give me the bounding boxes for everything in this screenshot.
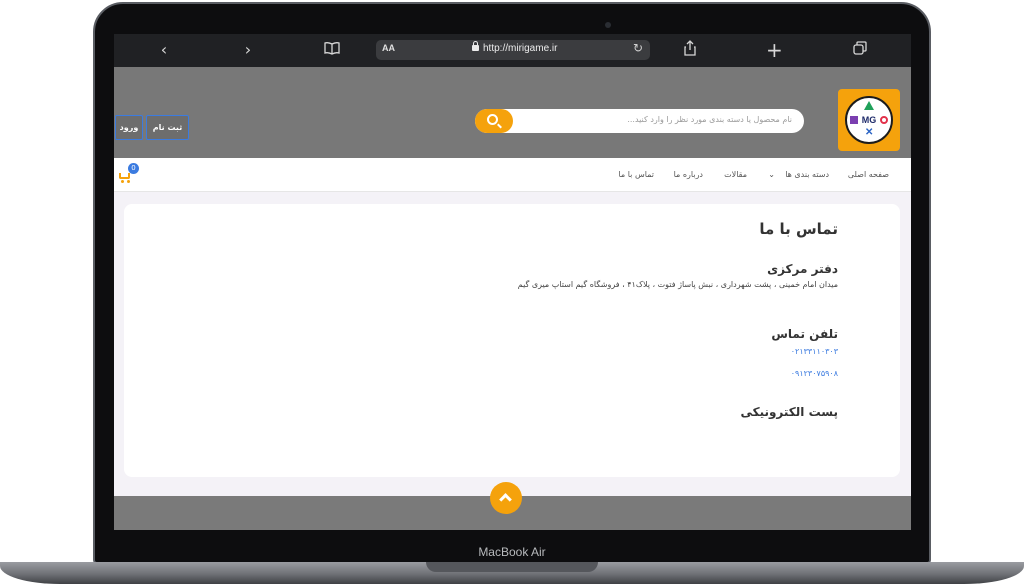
search-icon — [487, 114, 498, 125]
camera-dot — [605, 22, 611, 28]
main-nav: صفحه اصلی ⌄ دسته بندی ها مقالات درباره م… — [114, 158, 911, 192]
reload-icon[interactable]: ↻ — [633, 41, 643, 55]
reader-aa-button[interactable]: AA — [382, 43, 395, 53]
scroll-to-top-button[interactable] — [490, 482, 522, 514]
laptop-notch — [426, 562, 598, 572]
nav-item-contact[interactable]: تماس با ما — [618, 170, 654, 179]
cart-basket — [119, 173, 130, 179]
chevron-up-icon — [499, 493, 512, 506]
cart-count-badge: 0 — [128, 163, 139, 174]
macbook-mockup: MacBook Air ‹ › AA http://mirigame.ir ↻ … — [0, 0, 1024, 588]
logo-text: MG — [861, 115, 877, 125]
lock-icon — [472, 41, 479, 51]
triangle-icon — [864, 101, 874, 110]
page-title: تماس با ما — [759, 220, 838, 238]
login-button[interactable]: ورود — [115, 115, 143, 140]
url-text: http://mirigame.ir — [472, 41, 558, 54]
browser-toolbar: ‹ › AA http://mirigame.ir ↻ + — [114, 34, 911, 67]
back-icon[interactable]: ‹ — [156, 40, 172, 60]
share-icon[interactable] — [682, 40, 698, 60]
phone-link-2[interactable]: ۰۹۱۲۳۰۷۵۹۰۸ — [791, 369, 838, 378]
site-header: MG ✕ نام محصول یا دسته بندی مورد نظر را … — [114, 67, 911, 158]
cart-icon[interactable]: 0 — [118, 163, 139, 183]
cart-wheel — [121, 180, 124, 183]
nav-item-articles[interactable]: مقالات — [724, 170, 747, 179]
address-text: میدان امام خمینی ، پشت شهرداری ، نبش پاس… — [517, 280, 838, 289]
nav-item-categories[interactable]: دسته بندی ها — [785, 170, 829, 179]
search-input[interactable]: نام محصول یا دسته بندی مورد نظر را وارد … — [475, 109, 804, 133]
phone-link-1[interactable]: ۰۲۱۳۳۱۱۰۳۰۳ — [791, 347, 838, 356]
search-placeholder: نام محصول یا دسته بندی مورد نظر را وارد … — [627, 115, 792, 124]
new-tab-icon[interactable]: + — [766, 40, 783, 60]
tabs-icon[interactable] — [852, 40, 868, 60]
office-heading: دفتر مرکزی — [767, 262, 838, 276]
search-button[interactable] — [475, 109, 513, 133]
cart-wheel — [127, 180, 130, 183]
url-bar[interactable]: AA http://mirigame.ir ↻ — [376, 40, 650, 60]
screen: ‹ › AA http://mirigame.ir ↻ + MG ✕ نام م… — [114, 34, 911, 530]
url-value: http://mirigame.ir — [483, 43, 558, 54]
nav-item-home[interactable]: صفحه اصلی — [848, 170, 889, 179]
device-label: MacBook Air — [478, 545, 546, 559]
forward-icon[interactable]: › — [240, 40, 256, 60]
site-logo[interactable]: MG ✕ — [838, 89, 900, 151]
chevron-down-icon[interactable]: ⌄ — [768, 170, 775, 179]
nav-item-about[interactable]: درباره ما — [674, 170, 703, 179]
register-button[interactable]: ثبت نام — [146, 115, 189, 140]
logo-badge: MG ✕ — [845, 96, 893, 144]
cross-icon: ✕ — [865, 127, 874, 138]
email-heading: پست الکترونیکی — [740, 405, 838, 419]
phone-heading: تلفن تماس — [771, 327, 838, 341]
bookmarks-icon[interactable] — [323, 40, 341, 60]
